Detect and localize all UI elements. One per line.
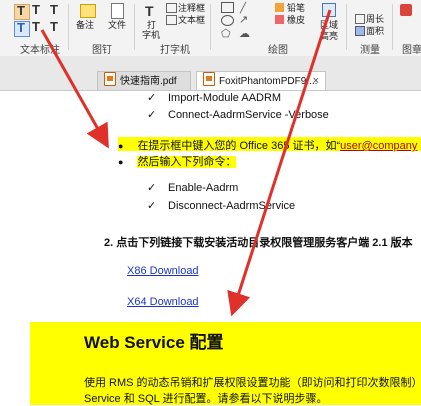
arrow-to-area-highlight-icon — [227, 9, 332, 317]
annotation-arrows — [40, 9, 332, 317]
arrow-to-highlight-icon — [40, 29, 109, 149]
